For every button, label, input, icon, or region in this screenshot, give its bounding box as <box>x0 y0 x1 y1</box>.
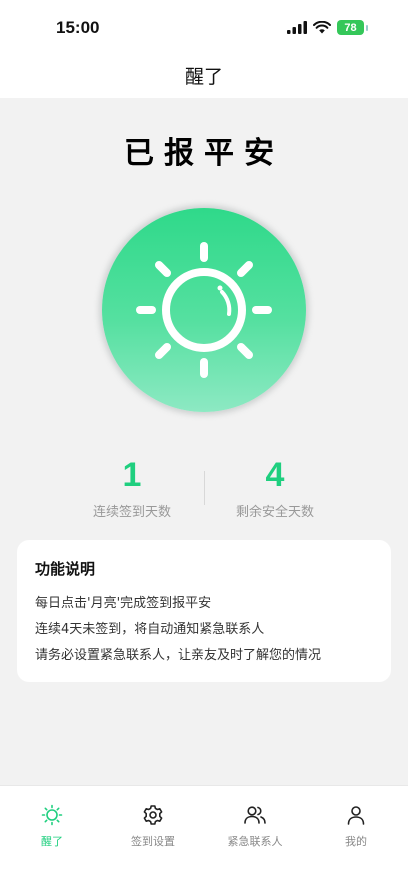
consecutive-days-value: 1 <box>122 456 142 494</box>
status-bar: 15:00 78 <box>0 0 408 56</box>
tab-label: 醒了 <box>41 835 63 848</box>
card-line: 连续4天未签到，将自动通知紧急联系人 <box>35 622 265 637</box>
contacts-icon <box>244 806 266 824</box>
remaining-days-label: 剩余安全天数 <box>235 505 314 520</box>
tab-bar: 醒了 签到设置 紧急联系人 我的 <box>0 785 408 883</box>
consecutive-days-label: 连续签到天数 <box>92 505 171 520</box>
tab-home[interactable]: 醒了 <box>2 804 102 849</box>
tab-emergency-contacts[interactable]: 紧急联系人 <box>205 804 305 849</box>
remaining-days-stat: 4 剩余安全天数 <box>195 455 355 520</box>
stats-row: 1 连续签到天数 4 剩余安全天数 <box>0 455 408 525</box>
card-line: 每日点击'月亮'完成签到报平安 <box>35 596 212 611</box>
card-title: 功能说明 <box>35 560 96 578</box>
status-icons: 78 <box>287 20 368 35</box>
sun-icon <box>136 242 272 378</box>
card-line: 请务必设置紧急联系人，让亲友及时了解您的情况 <box>35 648 322 663</box>
gear-icon <box>143 805 163 825</box>
battery-icon: 78 <box>337 20 364 35</box>
status-heading: 已报平安 <box>124 136 284 171</box>
battery-tip <box>366 24 368 31</box>
tab-label: 签到设置 <box>131 835 175 848</box>
feature-info-card: 功能说明 每日点击'月亮'完成签到报平安 连续4天未签到，将自动通知紧急联系人 … <box>17 540 391 682</box>
sun-icon <box>41 804 63 826</box>
nav-bar: 醒了 <box>0 56 408 98</box>
consecutive-days-stat: 1 连续签到天数 <box>52 455 212 520</box>
page-title: 醒了 <box>184 66 223 88</box>
person-icon <box>347 806 365 825</box>
tab-label: 紧急联系人 <box>227 835 283 848</box>
wifi-icon <box>313 21 331 34</box>
tab-label: 我的 <box>345 835 367 848</box>
check-in-button[interactable] <box>102 208 306 412</box>
tab-checkin-settings[interactable]: 签到设置 <box>103 804 203 849</box>
signal-icon <box>287 21 307 34</box>
tab-profile[interactable]: 我的 <box>306 804 406 849</box>
status-time: 15:00 <box>56 18 100 37</box>
remaining-days-value: 4 <box>265 456 285 494</box>
